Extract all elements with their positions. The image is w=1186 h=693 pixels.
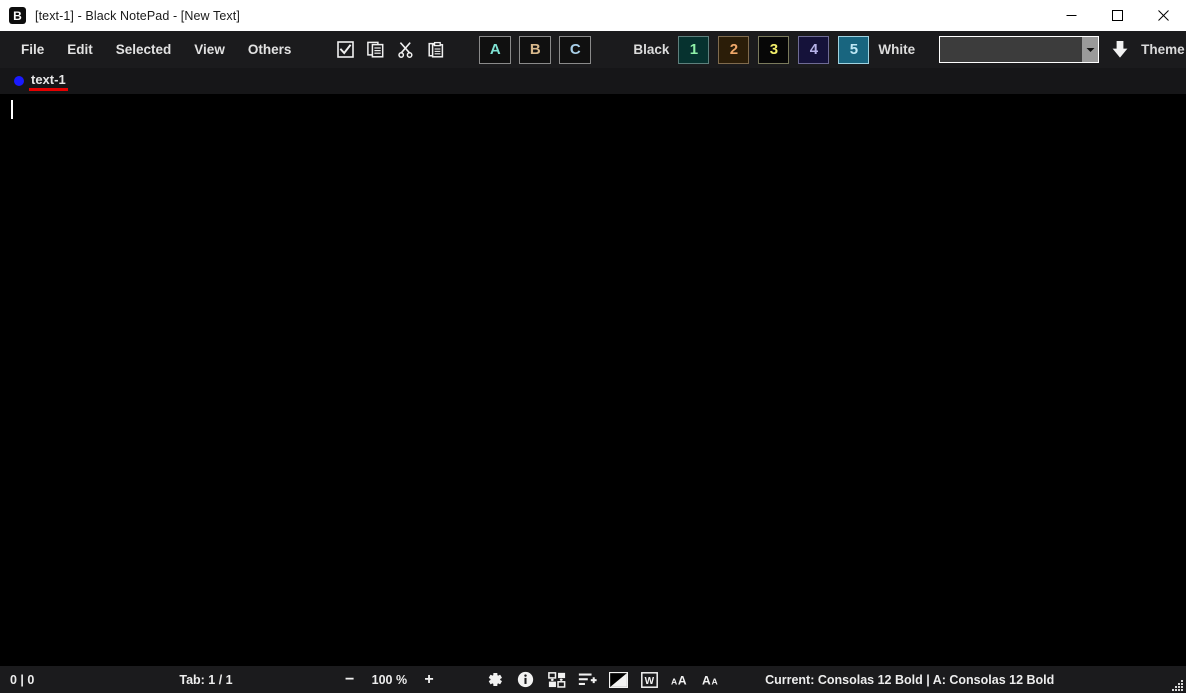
menu-item-view[interactable]: View xyxy=(187,38,232,61)
menu-toolbar: File Edit Selected View Others A B C Bla… xyxy=(0,31,1186,68)
close-button[interactable] xyxy=(1140,0,1186,31)
title-bar: B [text-1] - Black NotePad - [New Text] xyxy=(0,0,1186,31)
svg-text:A: A xyxy=(678,673,687,687)
svg-text:A: A xyxy=(671,676,677,686)
word-wrap-icon[interactable]: W xyxy=(640,670,659,689)
theme-select-value xyxy=(940,37,1082,62)
text-editor-area[interactable] xyxy=(0,94,1186,666)
zoom-in-button[interactable]: + xyxy=(421,671,437,688)
palette-button-1[interactable]: 1 xyxy=(678,35,710,64)
toolbar-icons xyxy=(335,40,445,60)
maximize-icon xyxy=(1111,10,1123,21)
button-b[interactable]: B xyxy=(519,35,552,64)
theme-label: Theme xyxy=(1141,42,1185,57)
palette-button-3[interactable]: 3 xyxy=(758,35,790,64)
font-info-label: Current: Consolas 12 Bold | A: Consolas … xyxy=(765,672,1055,687)
tab-modified-dot-icon xyxy=(14,76,24,86)
tab-counter-label: Tab: 1 / 1 xyxy=(179,672,233,687)
zoom-out-button[interactable]: − xyxy=(342,671,358,688)
status-bar: 0 | 0 Tab: 1 / 1 − 100 % + W A A A A Cur… xyxy=(0,666,1186,693)
svg-text:A: A xyxy=(702,673,711,687)
theme-select[interactable] xyxy=(939,36,1100,63)
svg-text:A: A xyxy=(712,676,718,686)
abc-buttons: A B C xyxy=(479,35,592,64)
menu-items: File Edit Selected View Others xyxy=(0,38,298,61)
palette-button-4[interactable]: 4 xyxy=(798,35,830,64)
chevron-down-icon[interactable] xyxy=(1082,37,1099,62)
button-a[interactable]: A xyxy=(479,35,512,64)
menu-item-others[interactable]: Others xyxy=(241,38,299,61)
title-bar-left: B [text-1] - Black NotePad - [New Text] xyxy=(0,0,1048,31)
window-title: [text-1] - Black NotePad - [New Text] xyxy=(35,8,240,23)
status-bar-icons: W A A A A xyxy=(485,670,721,689)
app-logo-icon: B xyxy=(9,7,26,24)
menu-item-file[interactable]: File xyxy=(14,38,51,61)
download-arrow-icon[interactable] xyxy=(1109,39,1131,61)
zoom-level-label: 100 % xyxy=(371,672,408,687)
minimize-button[interactable] xyxy=(1048,0,1094,31)
button-c[interactable]: C xyxy=(559,35,592,64)
resize-grip-icon[interactable] xyxy=(1171,679,1184,692)
menu-item-selected[interactable]: Selected xyxy=(109,38,179,61)
tab-label: text-1 xyxy=(31,72,66,87)
copy-icon[interactable] xyxy=(365,40,385,60)
palette-button-5[interactable]: 5 xyxy=(838,35,870,64)
paste-clipboard-icon[interactable] xyxy=(425,40,445,60)
minimize-icon xyxy=(1066,15,1076,16)
info-icon[interactable] xyxy=(516,670,535,689)
cut-scissors-icon[interactable] xyxy=(395,40,415,60)
settings-gear-icon[interactable] xyxy=(485,670,504,689)
swap-replace-icon[interactable] xyxy=(547,670,566,689)
theme-controls: Theme xyxy=(939,36,1185,63)
palette-black-label: Black xyxy=(633,42,670,57)
close-icon xyxy=(1157,10,1169,21)
color-palette: Black 1 2 3 4 5 White xyxy=(633,35,916,64)
increase-font-size-icon[interactable]: A A xyxy=(671,670,690,689)
app-window: B [text-1] - Black NotePad - [New Text] xyxy=(0,0,1186,693)
select-all-checkbox-icon[interactable] xyxy=(335,40,355,60)
zoom-controls: − 100 % + xyxy=(342,671,437,688)
window-controls xyxy=(1048,0,1186,31)
svg-text:W: W xyxy=(645,675,655,686)
decrease-font-size-icon[interactable]: A A xyxy=(702,670,721,689)
palette-button-2[interactable]: 2 xyxy=(718,35,750,64)
tab-bar: text-1 xyxy=(0,68,1186,94)
add-to-list-icon[interactable] xyxy=(578,670,597,689)
menu-item-edit[interactable]: Edit xyxy=(60,38,100,61)
tab-active-underline xyxy=(29,88,68,91)
invert-contrast-icon[interactable] xyxy=(609,670,629,689)
cursor-position-label: 0 | 0 xyxy=(10,672,35,687)
tab-text-1[interactable]: text-1 xyxy=(12,68,68,94)
text-caret xyxy=(11,100,13,119)
maximize-button[interactable] xyxy=(1094,0,1140,31)
palette-white-label: White xyxy=(878,42,916,57)
